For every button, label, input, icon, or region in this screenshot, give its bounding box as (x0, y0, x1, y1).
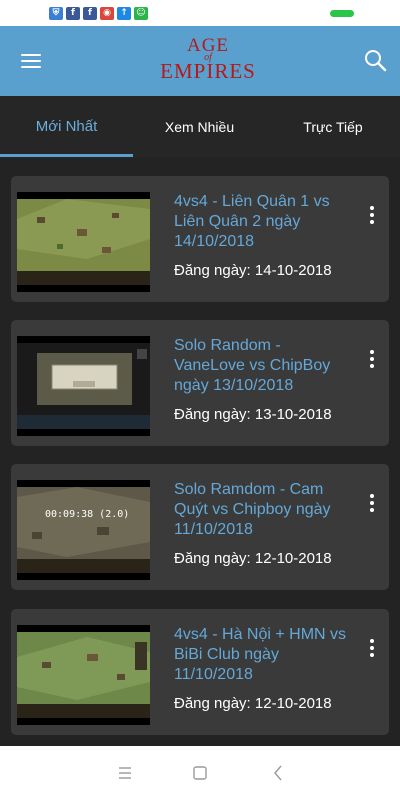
more-options-icon[interactable] (367, 639, 377, 659)
back-icon[interactable] (268, 763, 288, 783)
search-icon[interactable] (363, 48, 387, 72)
camera-icon: ◉ (100, 7, 114, 20)
video-thumbnail (17, 625, 150, 725)
app-bar: AGE of EMPIRES (0, 26, 400, 96)
video-card[interactable]: Solo Random - VaneLove vs ChipBoy ngày 1… (11, 320, 389, 446)
more-options-icon[interactable] (367, 494, 377, 514)
video-date: Đăng ngày: 12-10-2018 (174, 550, 332, 567)
video-timer-overlay: 00:09:38 (2.0) (45, 509, 130, 520)
more-options-icon[interactable] (367, 206, 377, 226)
messenger-icon: ☺ (134, 7, 148, 20)
tab-bar: Mới Nhất Xem Nhiều Trực Tiếp (0, 96, 400, 158)
video-card[interactable]: 4vs4 - Hà Nội + HMN vs BiBi Club ngày 11… (11, 609, 389, 735)
video-card[interactable]: 00:09:38 (2.0) Solo Ramdom - Cam Quýt vs… (11, 464, 389, 590)
upload-icon: ↑ (117, 7, 131, 20)
tab-live[interactable]: Trực Tiếp (266, 96, 400, 158)
video-title: Solo Ramdom - Cam Quýt vs Chipboy ngày 1… (174, 481, 331, 538)
logo-text-bottom: EMPIRES (160, 59, 256, 83)
hamburger-menu-icon[interactable] (21, 53, 41, 69)
facebook-icon: f (83, 7, 97, 20)
more-options-icon[interactable] (367, 350, 377, 370)
system-navigation-bar (0, 746, 400, 800)
video-thumbnail (17, 336, 150, 436)
notification-icons: ⛨ f f ◉ ↑ ☺ (49, 7, 148, 20)
tab-most-viewed[interactable]: Xem Nhiều (133, 96, 266, 158)
recent-apps-icon[interactable] (115, 763, 135, 783)
video-thumbnail (17, 192, 150, 292)
shield-icon: ⛨ (49, 7, 63, 20)
video-date: Đăng ngày: 14-10-2018 (174, 262, 332, 279)
status-bar: ⛨ f f ◉ ↑ ☺ (0, 0, 400, 26)
age-of-empires-logo: AGE of EMPIRES (150, 36, 266, 88)
video-date: Đăng ngày: 12-10-2018 (174, 695, 332, 712)
active-tab-indicator (0, 154, 133, 157)
video-date: Đăng ngày: 13-10-2018 (174, 406, 332, 423)
facebook-icon: f (66, 7, 80, 20)
video-title: 4vs4 - Hà Nội + HMN vs BiBi Club ngày 11… (174, 626, 347, 683)
video-card[interactable]: 4vs4 - Liên Quân 1 vs Liên Quân 2 ngày 1… (11, 176, 389, 302)
tab-newest[interactable]: Mới Nhất (0, 96, 133, 158)
video-title: Solo Random - VaneLove vs ChipBoy ngày 1… (174, 337, 331, 394)
video-title: 4vs4 - Liên Quân 1 vs Liên Quân 2 ngày 1… (174, 193, 330, 250)
battery-icon (330, 10, 354, 17)
home-icon[interactable] (190, 763, 210, 783)
video-thumbnail: 00:09:38 (2.0) (17, 480, 150, 580)
